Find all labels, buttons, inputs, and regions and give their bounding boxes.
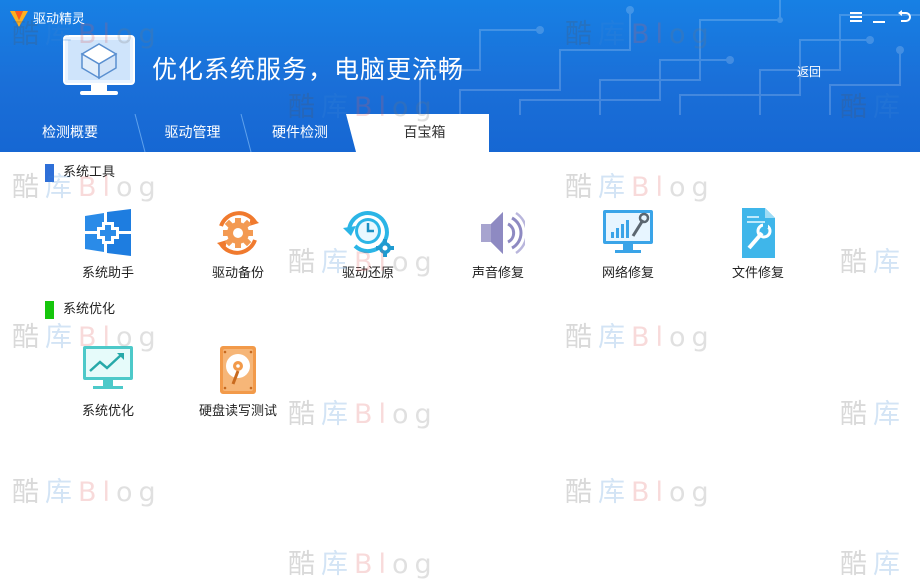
tab-hardware-detection[interactable]: 硬件检测 — [245, 114, 355, 152]
tool-driver-restore[interactable]: 驱动还原 — [313, 206, 423, 284]
watermark: 酷库 — [840, 549, 906, 580]
watermark: 酷库 — [840, 399, 906, 430]
monitor-chart-icon — [83, 346, 133, 389]
tab-detection-summary[interactable]: 检测概要 — [0, 114, 140, 152]
tab-toolbox[interactable]: 百宝箱 — [360, 114, 489, 152]
tool-network-repair[interactable]: 网络修复 — [573, 206, 683, 284]
windows-plus-icon — [85, 209, 131, 256]
tool-disk-rw-test[interactable]: 硬盘读写测试 — [183, 344, 293, 422]
tool-label: 系统优化 — [81, 404, 134, 419]
tool-label: 驱动备份 — [211, 266, 264, 281]
banner-slogan: 优化系统服务，电脑更流畅 — [152, 55, 465, 84]
app-logo-icon — [10, 11, 28, 27]
tool-driver-backup[interactable]: 驱动备份 — [183, 206, 293, 284]
watermark: 酷库Blog — [565, 477, 715, 508]
section-title: 系统工具 — [63, 165, 116, 180]
section-accent-bar — [45, 301, 54, 319]
hard-disk-icon — [220, 346, 256, 394]
gear-cycle-icon — [217, 211, 259, 255]
tool-label: 系统助手 — [81, 266, 134, 281]
close-back-icon[interactable] — [895, 8, 913, 26]
watermark: 酷库Blog — [565, 172, 715, 203]
watermark: 酷库 — [840, 247, 906, 278]
tool-label: 文件修复 — [731, 266, 784, 281]
watermark: 酷库Blog — [288, 549, 438, 580]
toolbox-monitor-icon — [63, 35, 135, 95]
tool-label: 硬盘读写测试 — [198, 404, 277, 419]
tool-file-repair[interactable]: 文件修复 — [703, 206, 813, 284]
tool-sound-repair[interactable]: 声音修复 — [443, 206, 553, 284]
clock-restore-icon — [343, 211, 394, 257]
tab-driver-management[interactable]: 驱动管理 — [140, 114, 245, 152]
menu-icon[interactable] — [847, 8, 865, 26]
tool-label: 网络修复 — [601, 266, 654, 281]
tool-system-assistant[interactable]: 系统助手 — [53, 206, 163, 284]
app-title: 驱动精灵 — [33, 12, 86, 27]
circuit-decoration — [419, 0, 920, 115]
speaker-icon — [481, 211, 525, 255]
back-button[interactable]: 返回 — [797, 63, 821, 80]
file-wrench-icon — [742, 208, 775, 258]
minimize-icon[interactable] — [870, 8, 888, 26]
tab-bar: 检测概要 驱动管理 硬件检测 百宝箱 — [0, 114, 920, 152]
monitor-wrench-icon — [603, 210, 653, 253]
watermark: 酷库Blog — [565, 322, 715, 353]
section-title: 系统优化 — [63, 302, 116, 317]
section-accent-bar — [45, 164, 54, 182]
app-window: 驱动精灵 优化系统服务，电脑更流畅 返回 检测概要 驱动管理 硬件检测 百宝箱 … — [0, 0, 920, 580]
tool-system-optimize[interactable]: 系统优化 — [53, 344, 163, 422]
watermark: 酷库Blog — [12, 477, 162, 508]
watermark: 酷库Blog — [288, 399, 438, 430]
tool-label: 声音修复 — [471, 266, 524, 281]
tool-label: 驱动还原 — [341, 266, 394, 281]
header: 驱动精灵 优化系统服务，电脑更流畅 返回 检测概要 驱动管理 硬件检测 百宝箱 — [0, 0, 920, 152]
